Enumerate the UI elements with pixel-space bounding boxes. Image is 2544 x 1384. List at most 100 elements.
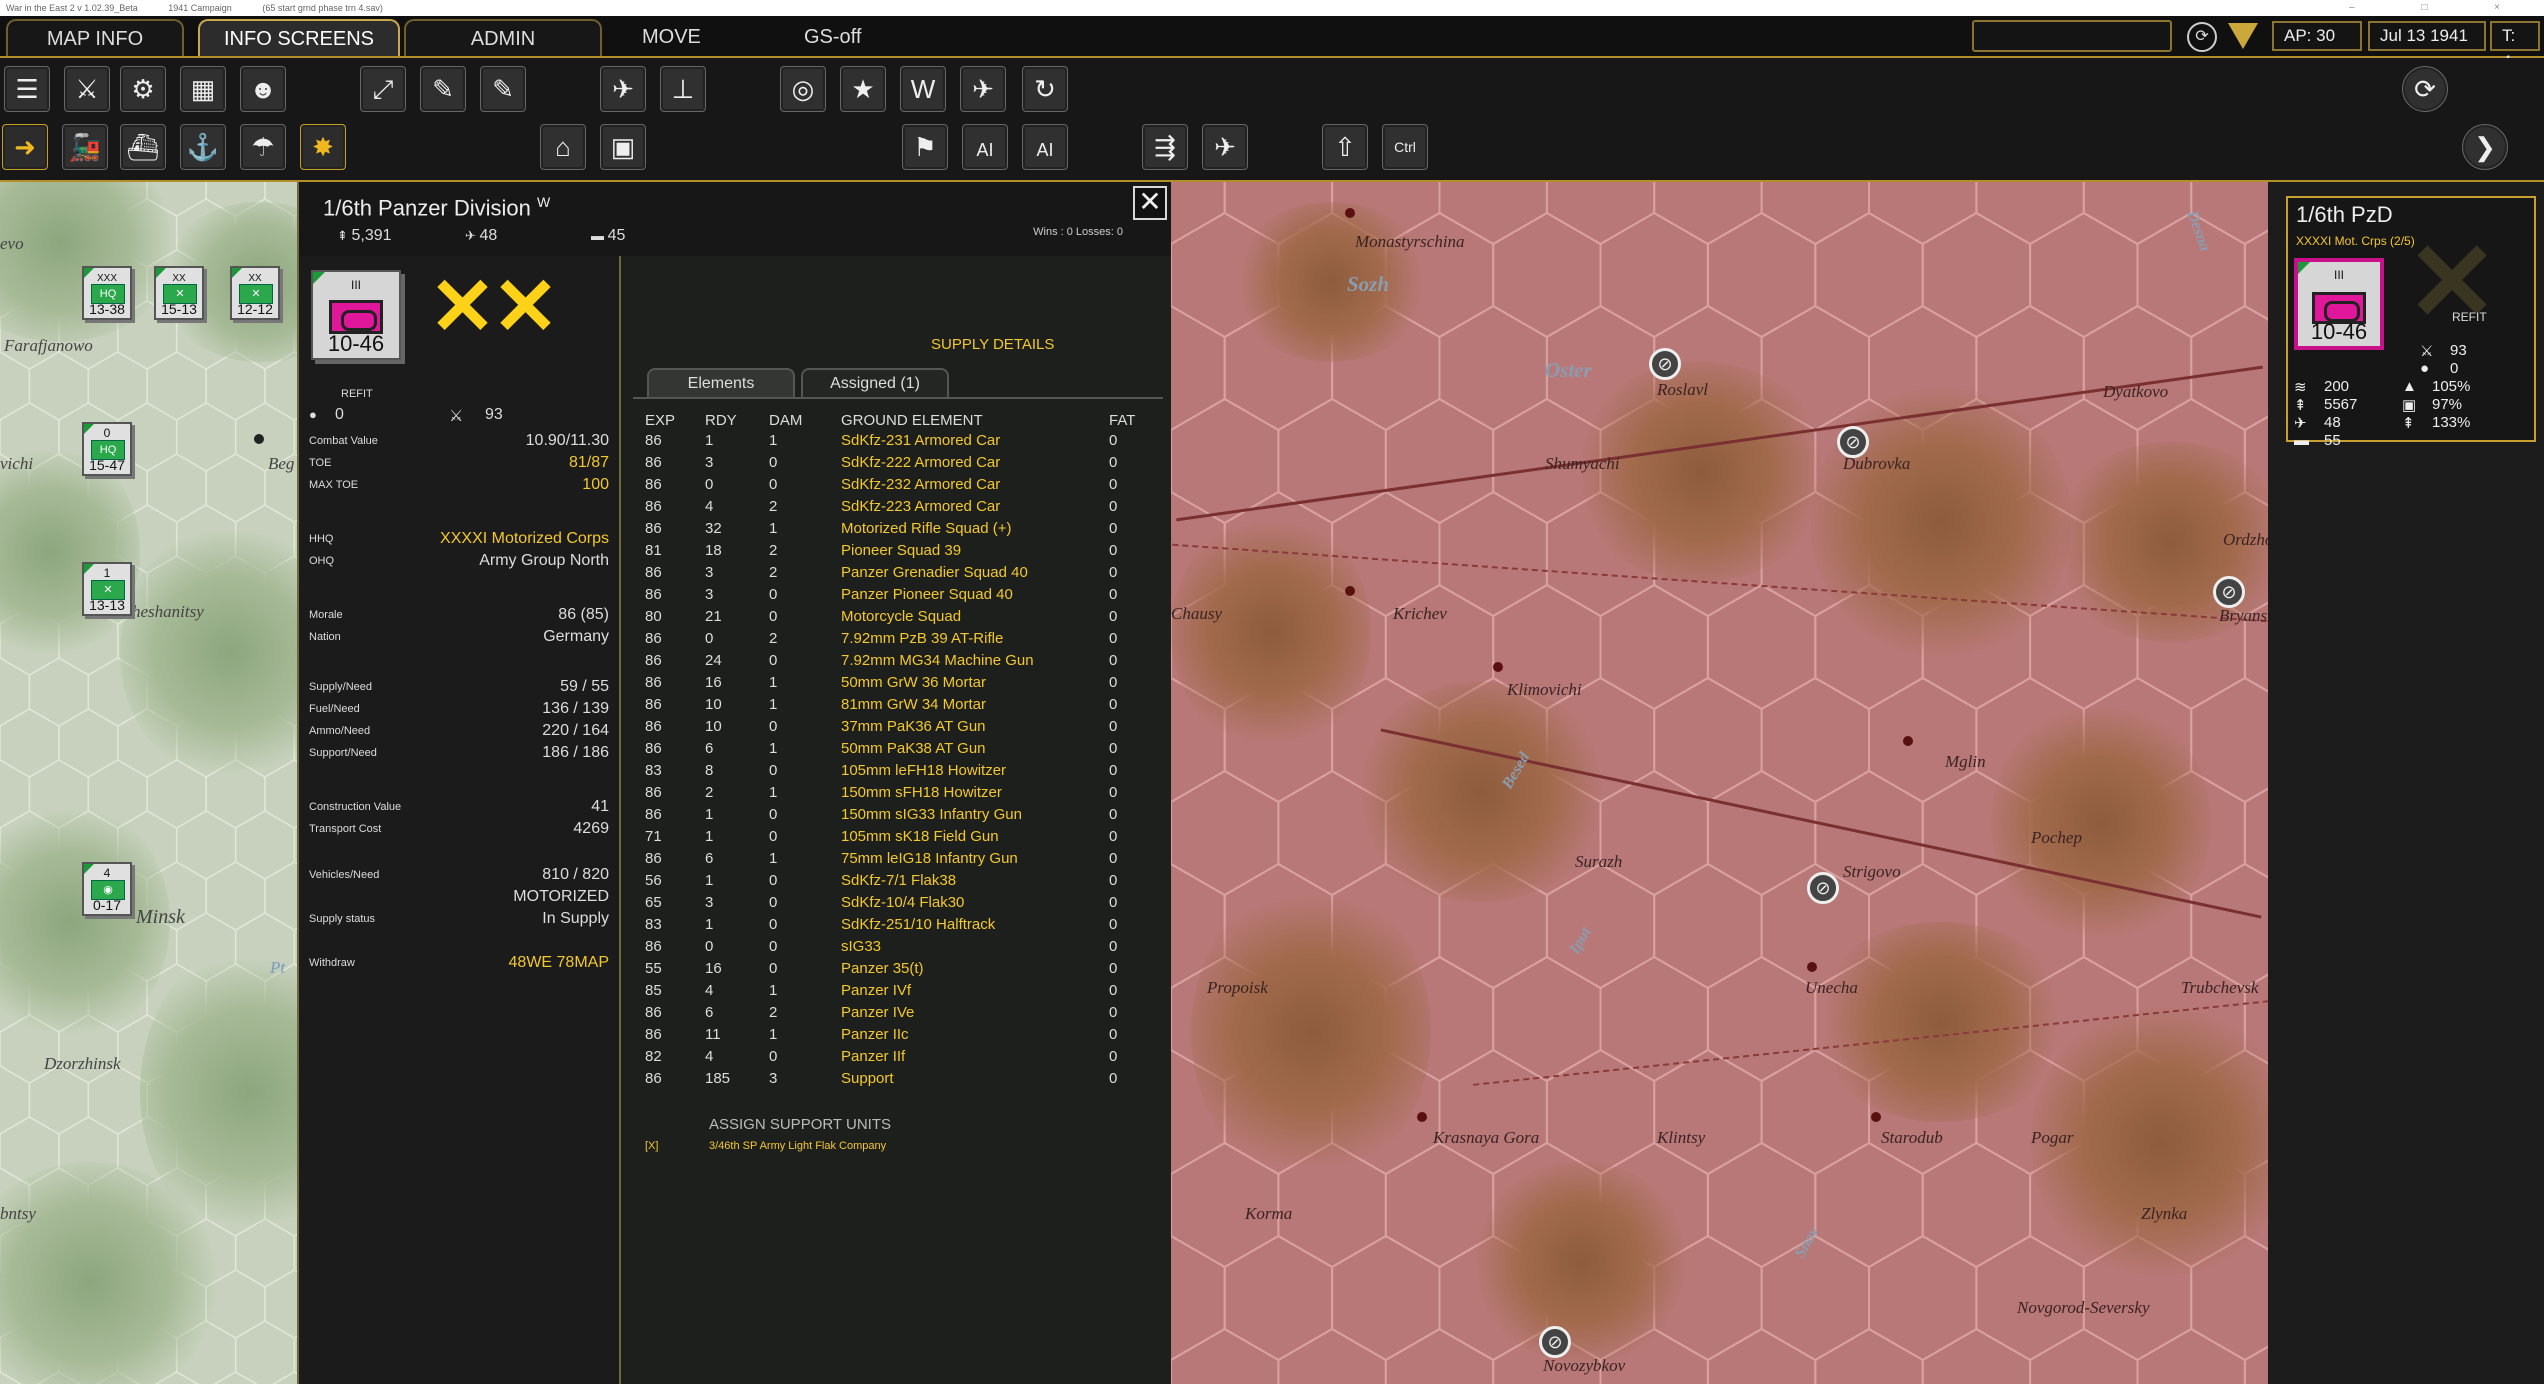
- hex-cell[interactable]: [1653, 1048, 1763, 1176]
- table-row[interactable]: 56 1 0 SdKfz-7/1 Flak38 0: [621, 872, 1171, 894]
- ctrl-button[interactable]: Ctrl: [1382, 124, 1428, 170]
- hex-cell[interactable]: [1653, 182, 1763, 246]
- table-row[interactable]: 86 4 2 SdKfz-223 Armored Car 0: [621, 498, 1171, 520]
- hex-cell[interactable]: [1868, 676, 1978, 804]
- hex-cell[interactable]: [1545, 182, 1656, 246]
- hex-cell[interactable]: [1868, 1234, 1978, 1362]
- airfield-icon[interactable]: ⊘: [1539, 1326, 1571, 1358]
- hex-cell[interactable]: [2136, 1327, 2246, 1384]
- air-unit-icon[interactable]: ✈: [600, 66, 646, 112]
- table-row[interactable]: 86 6 1 50mm PaK38 AT Gun 0: [621, 740, 1171, 762]
- naval-icon[interactable]: ⛴: [120, 124, 166, 170]
- table-row[interactable]: 86 0 2 7.92mm PzB 39 AT-Rifle 0: [621, 630, 1171, 652]
- hex-cell[interactable]: [1921, 1327, 2032, 1384]
- hex-cell[interactable]: [1921, 211, 2032, 339]
- hex-cell[interactable]: [1384, 1327, 1495, 1384]
- hex-cell[interactable]: [1492, 955, 1602, 1083]
- hex-cell[interactable]: [205, 351, 266, 421]
- tab-elements[interactable]: Elements: [647, 368, 795, 398]
- window-controls[interactable]: – □ ×: [2349, 0, 2532, 16]
- hex-cell[interactable]: [1814, 211, 1924, 339]
- table-row[interactable]: 86 16 1 50mm GrW 36 Mortar 0: [621, 674, 1171, 696]
- transfer-icon[interactable]: ⤢: [360, 66, 406, 112]
- unit-counter[interactable]: 0 HQ 15-47: [82, 422, 132, 476]
- unit-counter-card[interactable]: III 10-46: [2294, 258, 2384, 350]
- sea-transport-icon[interactable]: ⚓: [180, 124, 226, 170]
- combat-icon[interactable]: ⚔: [64, 66, 110, 112]
- table-row[interactable]: 86 185 3 Support 0: [621, 1070, 1171, 1092]
- unit-counter[interactable]: XX ✕ 15-13: [154, 266, 204, 320]
- air-transfer-icon[interactable]: ⇶: [1142, 124, 1188, 170]
- hex-cell[interactable]: [1868, 182, 1978, 246]
- table-row[interactable]: 86 2 1 150mm sFH18 Howitzer 0: [621, 784, 1171, 806]
- hex-cell[interactable]: [1223, 1234, 1334, 1362]
- filter-triangle-icon[interactable]: [2228, 23, 2258, 49]
- unit-counter-large[interactable]: III 10-46: [311, 270, 401, 360]
- table-row[interactable]: 86 1 1 SdKfz-231 Armored Car 0: [621, 432, 1171, 454]
- table-row[interactable]: 86 11 1 Panzer IIc 0: [621, 1026, 1171, 1048]
- hex-cell[interactable]: [1331, 1234, 1441, 1362]
- hex-cell[interactable]: [1599, 583, 1709, 711]
- hex-cell[interactable]: [1653, 676, 1763, 804]
- hex-cell[interactable]: [0, 351, 31, 421]
- hex-cell[interactable]: [1384, 397, 1495, 525]
- hex-cell[interactable]: [58, 708, 119, 778]
- hex-cell[interactable]: [146, 351, 207, 421]
- move-arrow-icon[interactable]: ➜: [2, 124, 48, 170]
- assigned-unit[interactable]: 3/46th SP Army Light Flak Company: [709, 1140, 886, 1152]
- table-row[interactable]: 86 10 0 37mm PaK36 AT Gun 0: [621, 718, 1171, 740]
- hex-cell[interactable]: [1760, 1234, 1870, 1362]
- hex-cell[interactable]: [146, 453, 207, 523]
- explosion-icon[interactable]: ✸: [300, 124, 346, 170]
- table-row[interactable]: 86 3 0 Panzer Pioneer Squad 40 0: [621, 586, 1171, 608]
- table-row[interactable]: 86 0 0 SdKfz-232 Armored Car 0: [621, 476, 1171, 498]
- hex-cell[interactable]: [1760, 676, 1870, 804]
- unit-counter[interactable]: 4 ◉ 0-17: [82, 862, 132, 916]
- table-row[interactable]: 86 10 1 81mm GrW 34 Mortar 0: [621, 696, 1171, 718]
- tab-admin[interactable]: ADMIN: [404, 19, 602, 56]
- air-doctrine-icon[interactable]: ✈: [960, 66, 1006, 112]
- hex-cell[interactable]: [87, 351, 148, 421]
- unit-counter[interactable]: XXX HQ 13-38: [82, 266, 132, 320]
- hex-cell[interactable]: [1706, 1327, 1817, 1384]
- hex-cell[interactable]: [1653, 862, 1763, 990]
- supply-details-link[interactable]: SUPPLY DETAILS: [931, 336, 1054, 353]
- hex-cell[interactable]: [1921, 1141, 2032, 1269]
- star-icon[interactable]: ★: [840, 66, 886, 112]
- hex-cell[interactable]: [234, 810, 296, 880]
- table-row[interactable]: 86 6 1 75mm leIG18 Infantry Gun 0: [621, 850, 1171, 872]
- hex-cell[interactable]: [206, 1371, 265, 1384]
- selected-unit-card[interactable]: 1/6th PzD XXXXI Mot. Crps (2/5) ✕ III 10…: [2286, 196, 2536, 449]
- unit-counter[interactable]: 1 ✕ 13-13: [82, 562, 132, 616]
- hex-cell[interactable]: [264, 861, 297, 931]
- hex-cell[interactable]: [175, 810, 237, 880]
- report-2-icon[interactable]: ✎: [480, 66, 526, 112]
- tab-info-screens[interactable]: INFO SCREENS: [198, 19, 400, 56]
- settings-gear-icon[interactable]: ⚙: [120, 66, 166, 112]
- main-map[interactable]: Sozh Oster Besed Iput Desna Snov Monasty…: [1171, 182, 2268, 1384]
- hex-cell[interactable]: [1545, 1048, 1656, 1176]
- left-map[interactable]: evo Farafjanowo vichi Beg heshanitsy Min…: [0, 182, 297, 1384]
- ai-icon[interactable]: AI: [962, 124, 1008, 170]
- hex-cell[interactable]: [205, 453, 266, 523]
- table-row[interactable]: 80 21 0 Motorcycle Squad 0: [621, 608, 1171, 630]
- airborne-icon[interactable]: ☂: [240, 124, 286, 170]
- table-row[interactable]: 55 16 0 Panzer 35(t) 0: [621, 960, 1171, 982]
- hex-cell[interactable]: [1706, 769, 1817, 897]
- table-row[interactable]: 86 3 2 Panzer Grenadier Squad 40 0: [621, 564, 1171, 586]
- hex-cell[interactable]: [205, 861, 266, 931]
- hex-cell[interactable]: [1814, 1327, 1924, 1384]
- hex-cell[interactable]: [1706, 955, 1817, 1083]
- table-row[interactable]: 82 4 0 Panzer IIf 0: [621, 1048, 1171, 1070]
- clock-icon[interactable]: ⟳: [2187, 22, 2217, 52]
- assign-support-header[interactable]: ASSIGN SUPPORT UNITS: [709, 1116, 891, 1133]
- table-row[interactable]: 86 24 0 7.92mm MG34 Machine Gun 0: [621, 652, 1171, 674]
- hex-cell[interactable]: [1760, 182, 1870, 246]
- table-row[interactable]: 71 1 0 105mm sK18 Field Gun 0: [621, 828, 1171, 850]
- fortify-icon[interactable]: ▣: [600, 124, 646, 170]
- hex-cell[interactable]: [1171, 1327, 1280, 1384]
- hex-cell[interactable]: [265, 1371, 297, 1384]
- assign-checkbox[interactable]: [X]: [645, 1140, 658, 1152]
- hex-cell[interactable]: [1171, 1234, 1226, 1362]
- next-unit-icon[interactable]: ❯: [2462, 124, 2508, 170]
